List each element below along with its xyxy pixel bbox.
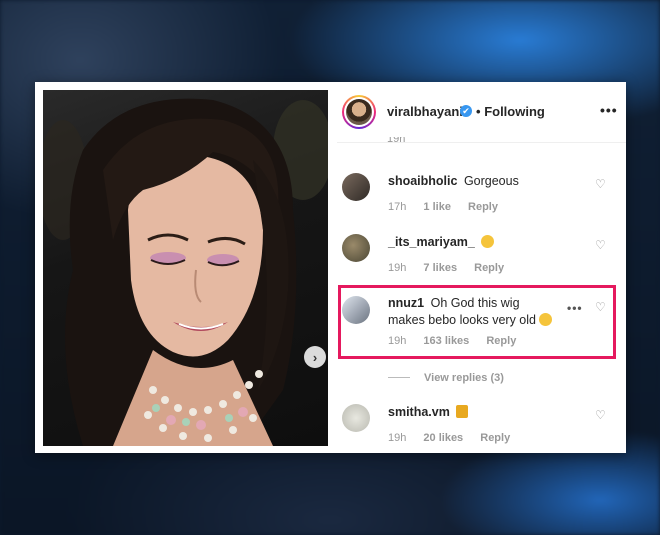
comment-likes[interactable]: 1 like: [423, 201, 451, 213]
post-photo: ›: [43, 90, 328, 446]
like-heart-icon[interactable]: ♡: [595, 408, 606, 422]
avatar[interactable]: [342, 234, 370, 262]
replies-divider: [388, 377, 410, 378]
comment-text: Gorgeous: [463, 174, 519, 188]
comment-username[interactable]: shoaibholic: [388, 174, 457, 188]
more-options-icon[interactable]: •••: [600, 102, 618, 118]
like-heart-icon[interactable]: ♡: [595, 238, 606, 252]
avatar[interactable]: [342, 173, 370, 201]
comment-time: 19h: [388, 262, 407, 274]
avatar[interactable]: [342, 95, 376, 129]
comments-panel: viralbhayani ✔ • Following ••• 19h shoai…: [337, 82, 626, 453]
reply-link[interactable]: Reply: [480, 432, 510, 444]
comment-time: 19h: [388, 432, 407, 444]
next-photo-button[interactable]: ›: [304, 346, 326, 368]
confused-face-emoji-icon: [481, 235, 495, 248]
follow-status[interactable]: • Following: [476, 104, 545, 119]
view-replies-link[interactable]: View replies (3): [388, 372, 504, 384]
avatar[interactable]: [342, 404, 370, 432]
post-header: viralbhayani ✔ • Following •••: [337, 82, 626, 143]
reply-link[interactable]: Reply: [474, 262, 504, 274]
clipped-timestamp: 19h: [387, 137, 406, 145]
comment-username[interactable]: _its_mariyam_: [388, 235, 475, 249]
reply-link[interactable]: Reply: [468, 201, 498, 213]
comment-time: 17h: [388, 201, 407, 213]
verified-badge-icon: ✔: [460, 105, 472, 117]
thumbs-down-emoji-icon: [456, 405, 469, 418]
header-username[interactable]: viralbhayani: [387, 104, 463, 119]
like-heart-icon[interactable]: ♡: [595, 177, 606, 191]
highlight-box: [338, 285, 616, 359]
comment-likes[interactable]: 7 likes: [423, 262, 457, 274]
comment-likes[interactable]: 20 likes: [423, 432, 463, 444]
comment-username[interactable]: smitha.vm: [388, 405, 450, 419]
instagram-post-card: › viralbhayani ✔ • Following ••• 19h sho…: [35, 82, 626, 453]
